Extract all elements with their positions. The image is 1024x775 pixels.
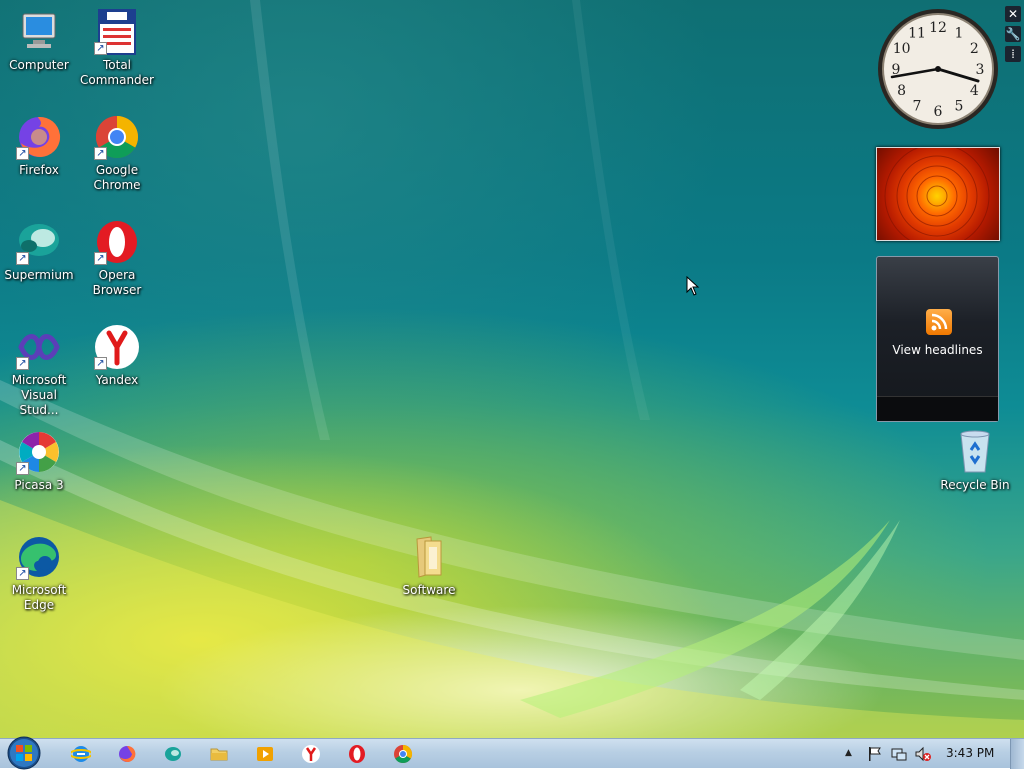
close-icon[interactable]: ✕ xyxy=(1005,6,1021,22)
desktop-icon-recycle-bin[interactable]: Recycle Bin xyxy=(936,428,1014,493)
visual-studio-icon: ↗ xyxy=(15,323,63,371)
clock-hour-label: 5 xyxy=(955,98,964,114)
clock-hour-label: 6 xyxy=(934,104,943,120)
yandex-icon[interactable] xyxy=(301,744,321,764)
shortcut-arrow-icon: ↗ xyxy=(16,567,29,580)
yandex-icon: ↗ xyxy=(93,323,141,371)
desktop-icon-yandex[interactable]: ↗ Yandex xyxy=(78,323,156,388)
clock-face: 12 1234567891011 xyxy=(878,9,998,129)
clock-hour-label: 3 xyxy=(976,62,985,78)
desktop-icon-label: Yandex xyxy=(95,373,139,387)
desktop-icon-label: Software xyxy=(402,583,456,597)
desktop-icon-label: Supermium xyxy=(4,268,74,282)
shortcut-arrow-icon: ↗ xyxy=(16,147,29,160)
clock-hour-label: 8 xyxy=(897,83,906,99)
desktop-icon-microsoft-visual-studio[interactable]: ↗ Microsoft Visual Stud... xyxy=(0,323,78,418)
volume-muted-icon[interactable] xyxy=(914,745,932,763)
clock-hour-label: 2 xyxy=(970,41,979,57)
total-commander-icon: ↗ xyxy=(93,8,141,56)
rss-icon xyxy=(926,309,952,335)
edge-icon: ↗ xyxy=(15,533,63,581)
desktop-icon-label: Picasa 3 xyxy=(14,478,64,492)
recycle-bin-icon xyxy=(951,428,999,476)
mouse-cursor-icon xyxy=(686,276,700,296)
flower-photo xyxy=(884,143,990,249)
desktop-icon-label: Opera Browser xyxy=(92,268,142,297)
desktop-icon-firefox[interactable]: ↗ Firefox xyxy=(0,113,78,178)
taskbar-clock[interactable]: 3:43 PM xyxy=(946,746,994,760)
slideshow-gadget[interactable] xyxy=(876,143,1000,249)
action-center-flag-icon[interactable] xyxy=(866,745,884,763)
wrench-icon[interactable]: 🔧 xyxy=(1005,26,1021,42)
desktop-icon-opera-browser[interactable]: ↗ Opera Browser xyxy=(78,218,156,298)
shortcut-arrow-icon: ↗ xyxy=(94,42,107,55)
clock-hour-label: 7 xyxy=(913,98,922,114)
shortcut-arrow-icon: ↗ xyxy=(16,462,29,475)
desktop-icon-label: Microsoft Edge xyxy=(11,583,67,612)
desktop-icon-label: Total Commander xyxy=(80,58,154,87)
clock-hour-label: 10 xyxy=(893,41,911,57)
media-player-icon[interactable] xyxy=(255,744,275,764)
show-hidden-icons-icon[interactable]: ▲ xyxy=(845,748,852,758)
desktop-icon-label: Firefox xyxy=(19,163,59,177)
feed-footer xyxy=(877,396,998,421)
desktop-icon-label: Computer xyxy=(9,58,69,72)
shortcut-arrow-icon: ↗ xyxy=(94,147,107,160)
desktop-icon-software-folder[interactable]: Software xyxy=(390,533,468,598)
chrome-icon[interactable] xyxy=(393,744,413,764)
supermium-icon: ↗ xyxy=(15,218,63,266)
network-icon[interactable] xyxy=(890,745,908,763)
feed-headlines-gadget[interactable]: View headlines xyxy=(876,256,999,422)
desktop-icon-total-commander[interactable]: ↗ Total Commander xyxy=(78,8,156,88)
clock-hour-label: 4 xyxy=(970,83,979,99)
firefox-icon[interactable] xyxy=(117,744,137,764)
internet-explorer-icon[interactable] xyxy=(69,744,93,764)
desktop-icon-picasa-3[interactable]: ↗ Picasa 3 xyxy=(0,428,78,493)
firefox-icon: ↗ xyxy=(15,113,63,161)
desktop-icon-google-chrome[interactable]: ↗ Google Chrome xyxy=(78,113,156,193)
windows-orb-icon xyxy=(7,736,41,770)
opera-icon[interactable] xyxy=(347,744,367,764)
opera-icon: ↗ xyxy=(93,218,141,266)
shortcut-arrow-icon: ↗ xyxy=(16,357,29,370)
desktop-icon-label: Google Chrome xyxy=(93,163,141,192)
supermium-icon[interactable] xyxy=(163,744,183,764)
taskbar: ▲ 3:43 PM xyxy=(0,735,1024,771)
clock-hour-label: 12 xyxy=(929,20,947,36)
desktop-icon-computer[interactable]: Computer xyxy=(0,8,78,73)
computer-icon xyxy=(15,8,63,56)
clock-hour-label: 11 xyxy=(908,26,926,42)
desktop-icon-label: Microsoft Visual Stud... xyxy=(11,373,67,417)
clock-gadget[interactable]: 12 1 2 3 4 5 6 7 8 9 10 11 xyxy=(876,7,1000,131)
folder-icon xyxy=(405,533,453,581)
shortcut-arrow-icon: ↗ xyxy=(16,252,29,265)
clock-hour-label: 1 xyxy=(955,26,964,42)
grip-icon[interactable]: ⁞ xyxy=(1005,46,1021,62)
start-button[interactable] xyxy=(4,735,44,771)
view-headlines-link[interactable]: View headlines xyxy=(877,343,998,357)
gadget-toolbar: ✕ 🔧 ⁞ xyxy=(1005,6,1021,66)
desktop-icon-supermium[interactable]: ↗ Supermium xyxy=(0,218,78,283)
show-desktop-button[interactable] xyxy=(1010,739,1024,769)
shortcut-arrow-icon: ↗ xyxy=(94,252,107,265)
chrome-icon: ↗ xyxy=(93,113,141,161)
file-explorer-icon[interactable] xyxy=(209,744,229,764)
desktop-icon-microsoft-edge[interactable]: ↗ Microsoft Edge xyxy=(0,533,78,613)
picasa-icon: ↗ xyxy=(15,428,63,476)
shortcut-arrow-icon: ↗ xyxy=(94,357,107,370)
desktop[interactable]: Computer ↗ Firefox ↗ Supermium ↗ Microso… xyxy=(0,0,1024,738)
desktop-icon-label: Recycle Bin xyxy=(940,478,1010,492)
